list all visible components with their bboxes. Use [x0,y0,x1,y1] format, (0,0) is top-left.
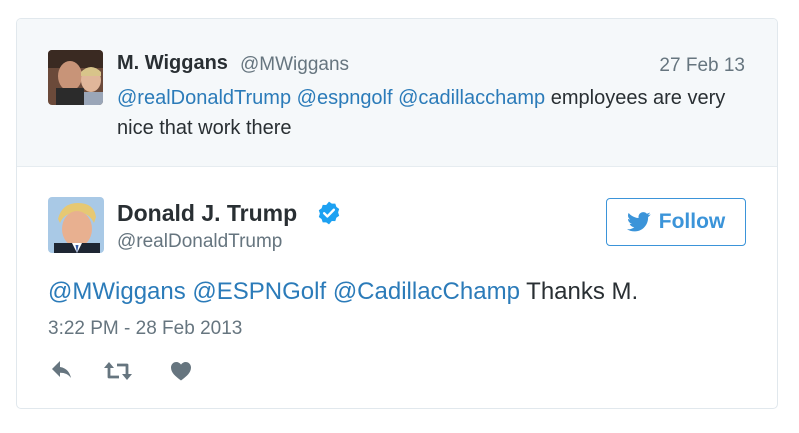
embedded-tweet-card: M. Wiggans @MWiggans 27 Feb 13 @realDona… [16,18,778,409]
tweet-body: Thanks M. [526,278,639,305]
reply-icon[interactable] [50,359,74,383]
mention-link[interactable]: @realDonaldTrump [117,87,291,109]
author-name[interactable]: Donald J. Trump [117,200,297,227]
heart-icon[interactable] [169,359,193,383]
parent-avatar[interactable] [48,50,103,105]
mention-link[interactable]: @espngolf [297,87,393,109]
mention-link[interactable]: @CadillacChamp [333,278,520,305]
tweet-timestamp[interactable]: 3:22 PM - 28 Feb 2013 [48,318,242,340]
parent-tweet-text: @realDonaldTrump @espngolf @cadillaccham… [117,83,737,143]
parent-author-name[interactable]: M. Wiggans [117,52,228,75]
author-handle[interactable]: @realDonaldTrump [117,231,282,253]
author-avatar[interactable] [48,197,104,253]
twitter-bird-icon [626,212,651,232]
mention-link[interactable]: @ESPNGolf [192,278,326,305]
mention-link[interactable]: @MWiggans [48,278,186,305]
mention-link[interactable]: @cadillacchamp [398,87,545,109]
tweet-text: @MWiggans @ESPNGolf @CadillacChamp Thank… [48,278,638,306]
verified-badge-icon [316,200,342,226]
follow-label: Follow [658,210,726,233]
retweet-icon[interactable] [103,359,133,383]
parent-tweet[interactable]: M. Wiggans @MWiggans 27 Feb 13 @realDona… [17,19,777,167]
follow-button[interactable]: Follow [606,198,746,246]
parent-author-handle[interactable]: @MWiggans [240,54,349,76]
parent-tweet-date[interactable]: 27 Feb 13 [659,55,745,77]
